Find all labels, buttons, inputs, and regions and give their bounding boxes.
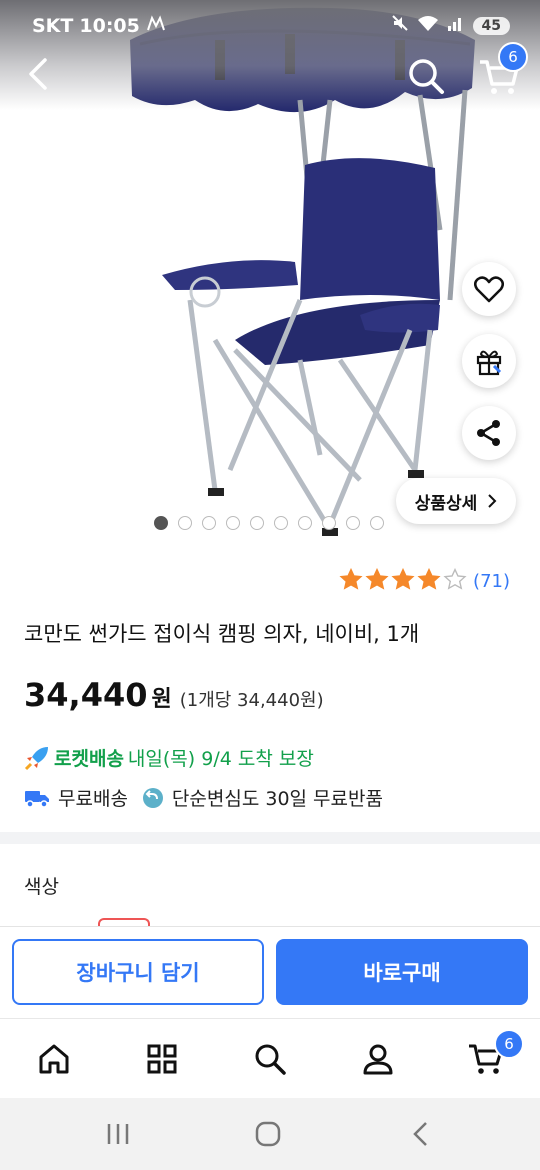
home-icon — [39, 1044, 69, 1074]
gallery-dot[interactable] — [322, 516, 336, 530]
gallery-dot[interactable] — [178, 516, 192, 530]
arrival-text: 내일(목) 9/4 도착 보장 — [127, 748, 314, 770]
product-image-gallery[interactable] — [0, 0, 540, 540]
home-circle-icon — [255, 1121, 281, 1147]
free-return: 단순변심도 30일 무료반품 — [171, 788, 383, 810]
search-icon — [409, 59, 444, 94]
tab-cart[interactable]: 6 — [464, 1029, 524, 1081]
rocket-label: 로켓배송 — [54, 748, 124, 770]
gallery-pagination — [154, 516, 384, 530]
star-filled-icon — [339, 567, 363, 594]
tab-my-account[interactable] — [356, 1037, 400, 1081]
chevron-left-icon — [413, 1122, 427, 1146]
cart-count-badge: 6 — [498, 42, 528, 72]
review-count[interactable]: (71) — [473, 571, 510, 592]
gallery-dot[interactable] — [346, 516, 360, 530]
color-option-label: 색상 — [24, 876, 59, 898]
gallery-dot[interactable] — [226, 516, 240, 530]
share-icon — [477, 420, 500, 446]
clock: 10:05 — [79, 14, 140, 37]
gallery-dot[interactable] — [250, 516, 264, 530]
system-navigation-bar — [0, 1098, 540, 1170]
back-system-button[interactable] — [400, 1118, 440, 1150]
home-system-button[interactable] — [248, 1118, 288, 1150]
wishlist-button[interactable] — [462, 262, 516, 316]
buy-now-button[interactable]: 바로구매 — [276, 939, 528, 1005]
star-filled-icon — [391, 567, 415, 594]
tab-home[interactable] — [32, 1037, 76, 1081]
gift-button[interactable] — [462, 334, 516, 388]
recent-apps-button[interactable] — [98, 1118, 138, 1150]
star-filled-icon — [417, 567, 441, 594]
gift-icon — [476, 350, 502, 376]
gallery-dot[interactable] — [298, 516, 312, 530]
search-button[interactable] — [404, 54, 448, 98]
bottom-tab-bar: 6 — [0, 1018, 540, 1098]
gallery-dot[interactable] — [370, 516, 384, 530]
product-detail-label: 상품상세 — [414, 493, 478, 514]
delivery-perks: 무료배송 단순변심도 30일 무료반품 — [24, 784, 383, 811]
product-rating[interactable]: (71) — [339, 567, 510, 594]
tab-search[interactable] — [248, 1037, 292, 1081]
header-cart-button[interactable]: 6 — [474, 42, 528, 102]
signal-icon — [447, 14, 465, 37]
price-amount: 34,440 — [24, 676, 148, 714]
rocket-delivery: 로켓배송 내일(목) 9/4 도착 보장 — [24, 744, 314, 771]
share-button[interactable] — [462, 406, 516, 460]
product-detail-button[interactable]: 상품상세 — [396, 478, 516, 524]
gallery-dot[interactable] — [274, 516, 288, 530]
heart-icon — [474, 276, 504, 303]
product-page: SKT 10:05 45 6 상품상세 (71) 코만도 썬가드 접이식 캠핑 … — [0, 0, 540, 1170]
notification-icon — [146, 14, 168, 37]
gallery-dot[interactable] — [202, 516, 216, 530]
unit-price: (1개당 34,440원) — [179, 690, 324, 711]
status-left: SKT 10:05 — [32, 14, 168, 37]
recent-apps-icon — [107, 1124, 129, 1144]
carrier: SKT — [32, 14, 74, 37]
free-shipping: 무료배송 — [58, 788, 128, 810]
battery-indicator: 45 — [472, 16, 510, 35]
tab-categories[interactable] — [140, 1037, 184, 1081]
status-right: 45 — [391, 14, 510, 37]
back-button[interactable] — [18, 54, 58, 94]
truck-icon — [24, 788, 50, 808]
add-to-cart-button[interactable]: 장바구니 담기 — [12, 939, 264, 1005]
section-divider — [0, 832, 540, 844]
price-currency: 원 — [151, 687, 172, 712]
purchase-action-bar: 장바구니 담기 바로구매 — [0, 926, 540, 1018]
product-title: 코만도 썬가드 접이식 캠핑 의자, 네이비, 1개 — [24, 622, 420, 646]
rating-stars — [339, 567, 467, 594]
price-block: 34,440 원 (1개당 34,440원) — [24, 676, 324, 714]
search-icon — [255, 1044, 286, 1075]
tab-cart-count-badge: 6 — [494, 1029, 524, 1059]
chevron-right-icon — [488, 494, 497, 508]
star-empty-icon — [443, 567, 467, 594]
mute-icon — [391, 14, 409, 37]
gallery-dot[interactable] — [154, 516, 168, 530]
status-bar: SKT 10:05 45 — [0, 0, 540, 52]
star-filled-icon — [365, 567, 389, 594]
person-icon — [363, 1044, 393, 1075]
rocket-icon — [24, 746, 48, 770]
wifi-icon — [417, 14, 439, 37]
grid-icon — [147, 1044, 177, 1074]
chevron-left-icon — [29, 58, 47, 90]
return-icon — [142, 787, 164, 809]
